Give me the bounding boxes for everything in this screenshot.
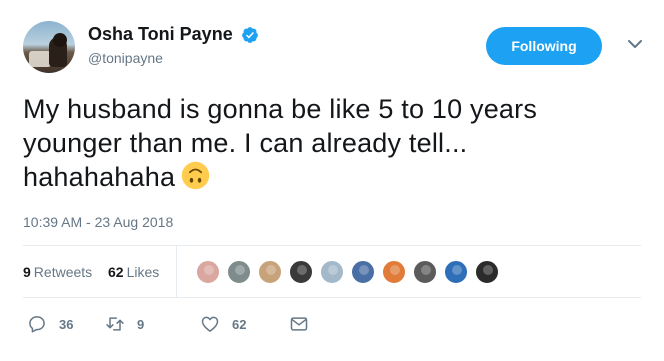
tweet-timestamp[interactable]: 10:39 AM - 23 Aug 2018 — [23, 214, 173, 230]
following-button[interactable]: Following — [486, 27, 602, 65]
retweet-count: 9 — [137, 316, 145, 332]
liker-avatar[interactable] — [195, 259, 221, 285]
tweet-actions: 36 9 62 — [23, 310, 641, 338]
tweet-header: Osha Toni Payne @tonipayne Following — [23, 21, 644, 77]
liker-avatar[interactable] — [319, 259, 345, 285]
heart-icon — [201, 316, 219, 332]
avatar-hair — [53, 33, 67, 47]
verified-badge-icon — [242, 26, 259, 43]
tweet-text-line: My husband is gonna be like 5 to 10 year… — [23, 94, 538, 124]
liker-avatar[interactable] — [226, 259, 252, 285]
stats-separator — [176, 246, 177, 297]
envelope-icon — [290, 317, 308, 331]
divider — [23, 297, 641, 298]
liker-avatar[interactable] — [443, 259, 469, 285]
tweet-text-line: hahahahaha — [23, 162, 176, 192]
reply-count: 36 — [59, 316, 74, 332]
liker-avatar[interactable] — [381, 259, 407, 285]
profile-avatar[interactable] — [23, 21, 75, 73]
retweets-count: 9 — [23, 264, 31, 280]
user-handle[interactable]: @tonipayne — [88, 50, 259, 66]
likes-stat[interactable]: 62 Likes — [108, 264, 159, 280]
tweet-stats: 9 Retweets 62 Likes — [23, 246, 641, 297]
tweet-text-line: younger than me. I can already tell... — [23, 128, 468, 158]
reply-icon — [29, 316, 45, 333]
liker-avatar[interactable] — [412, 259, 438, 285]
liker-avatar[interactable] — [257, 259, 283, 285]
liker-avatar[interactable] — [350, 259, 376, 285]
liker-avatar[interactable] — [288, 259, 314, 285]
like-button[interactable]: 62 — [200, 310, 246, 338]
like-count: 62 — [232, 316, 247, 332]
upside-down-face-icon — [181, 161, 210, 190]
liker-avatar[interactable] — [474, 259, 500, 285]
avatar-chair — [29, 51, 51, 67]
retweet-button[interactable]: 9 — [105, 310, 144, 338]
user-name-block: Osha Toni Payne @tonipayne — [88, 24, 259, 66]
direct-message-button[interactable] — [289, 310, 309, 338]
likes-label: Likes — [126, 264, 160, 280]
tweet-text-line-last: hahahahaha — [23, 160, 643, 194]
display-name[interactable]: Osha Toni Payne — [88, 24, 233, 45]
retweet-icon — [106, 317, 124, 331]
likes-count: 62 — [108, 264, 124, 280]
tweet-text: My husband is gonna be like 5 to 10 year… — [23, 92, 643, 194]
reply-button[interactable]: 36 — [27, 310, 73, 338]
retweets-label: Retweets — [33, 264, 93, 280]
retweets-stat[interactable]: 9 Retweets — [23, 264, 92, 280]
chevron-down-icon[interactable] — [626, 37, 644, 51]
